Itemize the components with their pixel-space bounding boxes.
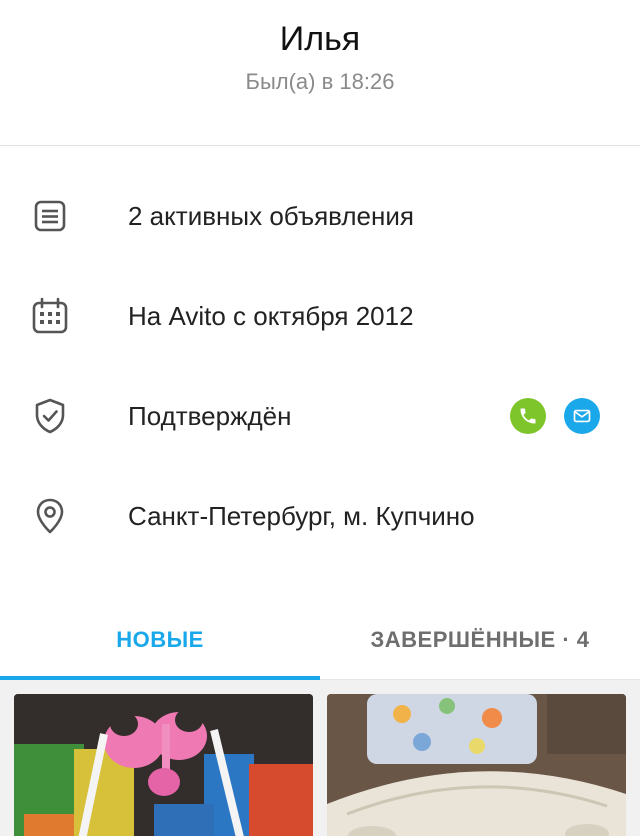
email-verified-button[interactable]: [564, 398, 600, 434]
listing-card[interactable]: [327, 694, 626, 836]
shield-check-icon: [30, 396, 70, 436]
verified-text: Подтверждён: [128, 400, 292, 431]
profile-header: Илья Был(а) в 18:26: [0, 0, 640, 146]
member-since-text: На Avito с октября 2012: [128, 300, 414, 331]
info-row-member-since: На Avito с октября 2012: [0, 266, 640, 366]
listings-grid: [0, 680, 640, 836]
listings-icon: [30, 196, 70, 236]
info-row-location: Санкт-Петербург, м. Купчино: [0, 466, 640, 566]
last-seen-status: Был(а) в 18:26: [245, 69, 395, 94]
location-text: Санкт-Петербург, м. Купчино: [128, 500, 475, 531]
listings-count-text: 2 активных объявления: [128, 200, 414, 231]
listing-card[interactable]: [14, 694, 313, 836]
profile-info: 2 активных объявления На Avito с октября…: [0, 146, 640, 566]
user-name: Илья: [279, 20, 361, 58]
listings-tabs: НОВЫЕ ЗАВЕРШЁННЫЕ · 4: [0, 600, 640, 680]
tab-new[interactable]: НОВЫЕ: [0, 600, 320, 680]
listing-photo: [327, 694, 626, 836]
mail-icon: [573, 409, 591, 423]
phone-verified-button[interactable]: [510, 398, 546, 434]
location-pin-icon: [30, 496, 70, 536]
info-row-verified: Подтверждён: [0, 366, 640, 466]
listing-photo: [14, 694, 313, 836]
info-row-listings[interactable]: 2 активных объявления: [0, 166, 640, 266]
verified-contacts: [510, 398, 600, 434]
tab-completed[interactable]: ЗАВЕРШЁННЫЕ · 4: [320, 600, 640, 680]
phone-icon: [520, 408, 536, 424]
calendar-icon: [30, 296, 70, 336]
